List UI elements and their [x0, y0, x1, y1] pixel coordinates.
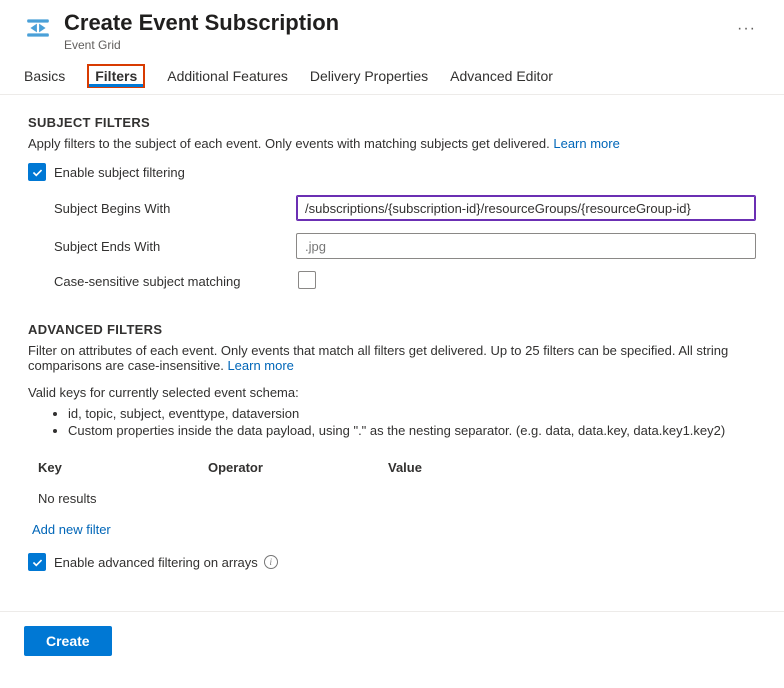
add-new-filter-link[interactable]: Add new filter — [28, 520, 111, 553]
subject-begins-with-input[interactable] — [296, 195, 756, 221]
tab-bar: Basics Filters Additional Features Deliv… — [0, 52, 784, 95]
more-icon[interactable]: ··· — [733, 16, 760, 42]
subject-ends-with-input[interactable] — [296, 233, 756, 259]
tab-filters[interactable]: Filters — [87, 64, 145, 88]
subject-filters-learn-more-link[interactable]: Learn more — [553, 136, 619, 151]
tab-advanced-editor[interactable]: Advanced Editor — [450, 68, 553, 94]
page-subtitle: Event Grid — [64, 38, 713, 52]
advanced-filters-learn-more-link[interactable]: Learn more — [227, 358, 293, 373]
column-operator: Operator — [208, 460, 388, 475]
column-key: Key — [28, 460, 208, 475]
filters-table-header: Key Operator Value — [28, 454, 756, 481]
tab-basics[interactable]: Basics — [24, 68, 65, 94]
event-grid-icon — [24, 14, 52, 42]
create-button[interactable]: Create — [24, 626, 112, 656]
info-icon[interactable]: i — [264, 555, 278, 569]
subject-ends-with-label: Subject Ends With — [28, 239, 296, 254]
case-sensitive-checkbox[interactable] — [298, 271, 316, 289]
page-title: Create Event Subscription — [64, 10, 713, 36]
valid-keys-bullet: Custom properties inside the data payloa… — [68, 423, 756, 438]
enable-array-filtering-label: Enable advanced filtering on arrays — [54, 555, 258, 570]
enable-subject-filtering-label: Enable subject filtering — [54, 165, 185, 180]
valid-keys-bullet: id, topic, subject, eventtype, dataversi… — [68, 406, 756, 421]
advanced-filters-description: Filter on attributes of each event. Only… — [28, 343, 756, 373]
subject-begins-with-label: Subject Begins With — [28, 201, 296, 216]
case-sensitive-label: Case-sensitive subject matching — [28, 274, 298, 289]
valid-keys-list: id, topic, subject, eventtype, dataversi… — [28, 406, 756, 438]
subject-filters-heading: SUBJECT FILTERS — [28, 115, 756, 130]
subject-filters-description: Apply filters to the subject of each eve… — [28, 136, 756, 151]
enable-subject-filtering-checkbox[interactable] — [28, 163, 46, 181]
tab-delivery-properties[interactable]: Delivery Properties — [310, 68, 428, 94]
valid-keys-intro: Valid keys for currently selected event … — [28, 385, 756, 400]
advanced-filters-heading: ADVANCED FILTERS — [28, 322, 756, 337]
filters-no-results: No results — [28, 481, 756, 520]
enable-array-filtering-checkbox[interactable] — [28, 553, 46, 571]
tab-additional-features[interactable]: Additional Features — [167, 68, 288, 94]
column-value: Value — [388, 460, 756, 475]
